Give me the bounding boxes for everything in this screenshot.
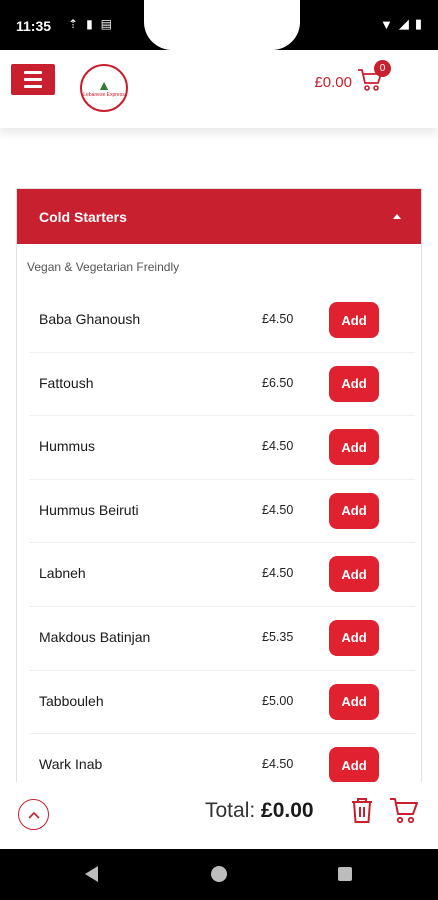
add-button[interactable]: Add	[329, 747, 379, 784]
restaurant-logo[interactable]: ▲ Lebanese Express	[80, 64, 128, 112]
hamburger-icon-line	[24, 78, 42, 81]
add-button[interactable]: Add	[329, 492, 379, 529]
section-subtitle: Vegan & Vegetarian Freindly	[27, 260, 180, 274]
system-icons: ▼ ◢ ▮	[380, 16, 422, 32]
item-name: Baba Ghanoush	[39, 311, 141, 327]
section-title: Cold Starters	[39, 209, 127, 225]
menu-item: Tabbouleh £5.00 Add	[29, 671, 415, 735]
system-navigation-bar	[0, 849, 438, 900]
sd-card-icon: ▮	[86, 17, 93, 31]
item-name: Makdous Batinjan	[39, 628, 151, 645]
menu-section-cold-starters: Cold Starters Vegan & Vegetarian Freindl…	[16, 188, 422, 798]
sim-icon: ▤	[100, 17, 113, 31]
logo-text: Lebanese Express	[83, 92, 125, 98]
notification-icons: ⇡ ▮ ▤	[68, 17, 112, 31]
add-button[interactable]: Add	[329, 429, 379, 466]
add-button[interactable]: Add	[329, 556, 379, 593]
app-header: ▲ Lebanese Express £0.00 0	[0, 50, 438, 128]
item-name: Hummus Beiruti	[39, 501, 139, 518]
add-button[interactable]: Add	[329, 683, 379, 720]
caret-up-icon[interactable]	[393, 214, 401, 219]
cart-icon[interactable]	[389, 795, 419, 825]
status-time: 11:35	[16, 18, 52, 34]
signal-icon: ◢	[398, 16, 409, 31]
item-name: Wark Inab	[39, 756, 103, 773]
menu-item-list: Baba Ghanoush £4.50 Add Fattoush £6.50 A…	[29, 289, 415, 798]
hamburger-icon-line	[24, 71, 42, 74]
item-price: £6.50	[262, 375, 294, 390]
cedar-tree-icon: ▲	[97, 77, 111, 93]
status-bar: 11:35 ⇡ ▮ ▤ ▼ ◢ ▮	[0, 0, 438, 50]
menu-item: Hummus £4.50 Add	[29, 416, 415, 480]
item-name: Hummus	[39, 438, 96, 455]
order-total-bar: Total: £0.00	[0, 782, 438, 849]
menu-item: Hummus Beiruti £4.50 Add	[29, 480, 415, 544]
item-price: £4.50	[262, 757, 294, 772]
total-label: Total:	[205, 799, 256, 822]
wifi-icon: ▼	[379, 16, 393, 32]
trash-icon[interactable]	[350, 796, 374, 824]
menu-item: Fattoush £6.50 Add	[29, 353, 415, 417]
total-value: £0.00	[261, 799, 314, 822]
section-header[interactable]: Cold Starters	[17, 189, 421, 244]
recent-apps-icon[interactable]	[338, 867, 352, 881]
item-name: Fattoush	[39, 374, 94, 391]
item-price: £4.50	[262, 502, 294, 517]
item-name: Tabbouleh	[39, 692, 104, 709]
menu-button[interactable]	[11, 64, 55, 95]
menu-item: Baba Ghanoush £4.50 Add	[29, 289, 415, 353]
item-price: £5.00	[262, 693, 294, 708]
item-price: £5.35	[262, 629, 294, 644]
item-name: Labneh	[39, 565, 86, 582]
home-icon[interactable]	[211, 866, 227, 882]
cart-count-badge: 0	[374, 60, 391, 77]
item-price: £4.50	[262, 566, 294, 581]
battery-icon: ▮	[414, 16, 422, 31]
hamburger-icon-line	[24, 85, 42, 88]
camera-notch	[144, 0, 300, 50]
add-button[interactable]: Add	[329, 365, 379, 402]
usb-icon: ⇡	[68, 17, 79, 31]
menu-item: Labneh £4.50 Add	[29, 543, 415, 607]
order-total: Total: £0.00	[205, 799, 314, 823]
chevron-up-icon	[27, 811, 40, 819]
back-icon[interactable]	[85, 866, 98, 882]
scroll-top-button[interactable]	[18, 799, 49, 830]
menu-item: Makdous Batinjan £5.35 Add	[29, 607, 415, 671]
add-button[interactable]: Add	[329, 619, 379, 656]
item-price: £4.50	[262, 439, 294, 454]
add-button[interactable]: Add	[329, 302, 379, 338]
cart-total[interactable]: £0.00	[314, 74, 352, 91]
item-price: £4.50	[262, 312, 294, 326]
